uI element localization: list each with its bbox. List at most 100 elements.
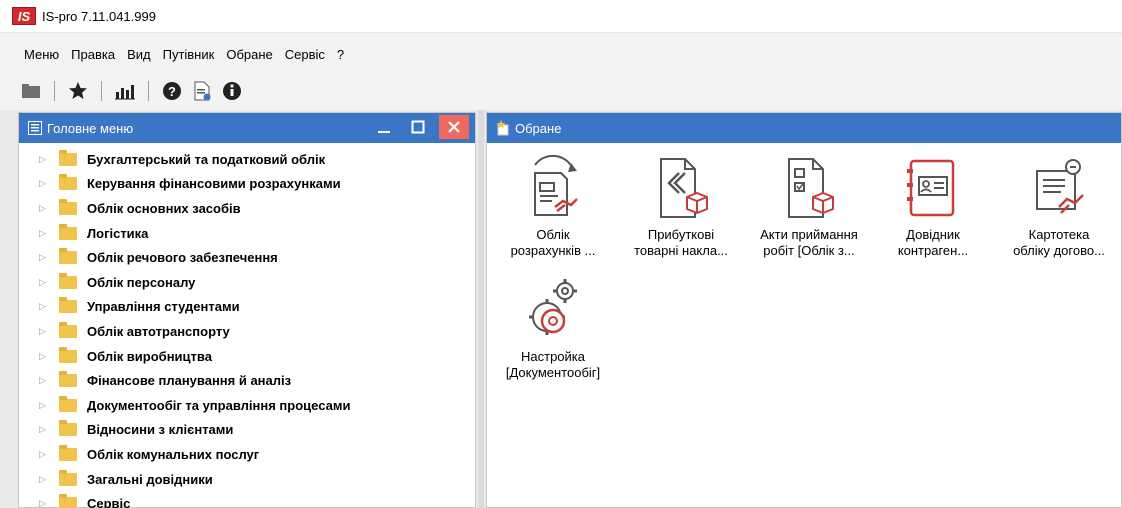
tree-item[interactable]: ▷ Облік виробництва	[19, 344, 475, 369]
folder-icon	[59, 223, 77, 240]
tree-item-label: Управління студентами	[87, 299, 240, 315]
tree-item[interactable]: ▷ Сервіс	[19, 491, 475, 508]
favorites-header: Обране	[487, 113, 1121, 143]
toolbar-separator	[101, 81, 102, 101]
favorite-label-line2: розрахунків ...	[510, 243, 596, 258]
tree-item-label: Фінансове планування й аналіз	[87, 373, 292, 389]
app-title: IS-pro 7.11.041.999	[42, 8, 156, 24]
minimize-icon[interactable]	[371, 115, 397, 139]
expand-arrow-icon[interactable]: ▷	[39, 326, 49, 337]
main-menu-panel: Головне меню ▷ Бухгалтерський та податков…	[18, 112, 476, 508]
expand-arrow-icon[interactable]: ▷	[39, 449, 49, 460]
tree-item-label: Облік речового забезпечення	[87, 250, 278, 266]
tree-item-label: Облік основних засобів	[87, 200, 241, 216]
expand-arrow-icon[interactable]: ▷	[39, 301, 49, 312]
tree-item[interactable]: ▷ Облік основних засобів	[19, 196, 475, 221]
info-icon[interactable]	[221, 80, 243, 102]
folder-icon	[59, 469, 77, 486]
folder-icon	[59, 272, 77, 289]
favorite-label-line2: [Документообіг]	[505, 365, 601, 380]
star-icon[interactable]	[67, 80, 89, 102]
contractor-directory-icon	[907, 159, 955, 217]
toolbar: ?	[0, 72, 1122, 110]
favorite-item[interactable]: Облік розрахунків ...	[493, 155, 613, 259]
main-menu-title: Головне меню	[47, 120, 134, 136]
tree-item[interactable]: ▷ Документообіг та управління процесами	[19, 393, 475, 418]
expand-arrow-icon[interactable]: ▷	[39, 400, 49, 411]
favorite-label-line1: Настройка	[521, 349, 585, 364]
expand-arrow-icon[interactable]: ▷	[39, 375, 49, 386]
tree-item-label: Облік персоналу	[87, 274, 196, 290]
tree-item[interactable]: ▷ Бухгалтерський та податковий облік	[19, 147, 475, 172]
contract-card-file-icon	[1036, 159, 1084, 214]
folder-icon	[59, 248, 77, 265]
tree-item[interactable]: ▷ Логістика	[19, 221, 475, 246]
folder-icon	[59, 494, 77, 508]
tree-item-label: Логістика	[87, 225, 149, 241]
help-icon[interactable]: ?	[161, 80, 183, 102]
expand-arrow-icon[interactable]: ▷	[39, 203, 49, 214]
expand-arrow-icon[interactable]: ▷	[39, 474, 49, 485]
folder-icon	[59, 395, 77, 412]
tree-item[interactable]: ▷ Облік речового забезпечення	[19, 245, 475, 270]
document-icon[interactable]	[191, 80, 213, 102]
menu-item-favorites[interactable]: Обране	[220, 39, 278, 72]
folder-icon	[59, 174, 77, 191]
favorite-label-line1: Картотека	[1028, 227, 1090, 242]
close-icon[interactable]	[439, 115, 469, 139]
tree-item[interactable]: ▷ Облік персоналу	[19, 270, 475, 295]
favorite-item[interactable]: Настройка [Документообіг]	[493, 277, 613, 381]
menu-item-guide[interactable]: Путівник	[157, 39, 221, 72]
folder-icon[interactable]	[20, 80, 42, 102]
tree-item[interactable]: ▷ Керування фінансовими розрахунками	[19, 172, 475, 197]
favorite-item[interactable]: Довідник контраген...	[873, 155, 993, 259]
expand-arrow-icon[interactable]: ▷	[39, 252, 49, 263]
tree-item[interactable]: ▷ Фінансове планування й аналіз	[19, 368, 475, 393]
menu-item-menu[interactable]: Меню	[18, 39, 65, 72]
folder-icon	[59, 444, 77, 461]
favorite-label-line2: контраген...	[897, 243, 969, 258]
tree-item-label: Облік комунальних послуг	[87, 446, 260, 462]
folder-icon	[59, 371, 77, 388]
menu-item-help[interactable]: ?	[331, 39, 350, 72]
expand-arrow-icon[interactable]: ▷	[39, 277, 49, 288]
expand-arrow-icon[interactable]: ▷	[39, 351, 49, 362]
maximize-icon[interactable]	[405, 115, 431, 139]
folder-icon	[59, 346, 77, 363]
tree-item[interactable]: ▷ Облік автотранспорту	[19, 319, 475, 344]
favorite-item[interactable]: Акти приймання робіт [Облік з...	[749, 155, 869, 259]
tree-item-label: Облік автотранспорту	[87, 323, 230, 339]
expand-arrow-icon[interactable]: ▷	[39, 498, 49, 508]
menu-item-service[interactable]: Сервіс	[279, 39, 331, 72]
expand-arrow-icon[interactable]: ▷	[39, 154, 49, 165]
chart-icon[interactable]	[114, 80, 136, 102]
menu-item-edit[interactable]: Правка	[65, 39, 121, 72]
expand-arrow-icon[interactable]: ▷	[39, 424, 49, 435]
tree-item-label: Керування фінансовими розрахунками	[87, 176, 341, 192]
tree-item-label: Сервіс	[87, 496, 131, 508]
favorite-label-line2: робіт [Облік з...	[763, 243, 855, 258]
favorite-label-line1: Облік	[536, 227, 570, 242]
expand-arrow-icon[interactable]: ▷	[39, 178, 49, 189]
toolbar-separator	[148, 81, 149, 101]
menu-list-icon	[27, 120, 43, 136]
folder-icon	[59, 149, 77, 166]
folder-icon	[59, 321, 77, 338]
folder-icon	[59, 198, 77, 215]
tree-item[interactable]: ▷ Загальні довідники	[19, 467, 475, 492]
panel-splitter[interactable]	[478, 110, 484, 508]
tree-item[interactable]: ▷ Облік комунальних послуг	[19, 442, 475, 467]
settlement-accounting-icon	[534, 155, 578, 216]
tree-item[interactable]: ▷ Управління студентами	[19, 295, 475, 320]
menu-item-view[interactable]: Вид	[121, 39, 157, 72]
favorite-item[interactable]: Прибуткові товарні накла...	[621, 155, 741, 259]
incoming-invoice-icon	[660, 158, 708, 218]
expand-arrow-icon[interactable]: ▷	[39, 228, 49, 239]
svg-text:?: ?	[168, 84, 176, 99]
favorite-label-line2: обліку догово...	[1013, 243, 1105, 258]
tree-item[interactable]: ▷ Відносини з клієнтами	[19, 418, 475, 443]
folder-icon	[59, 297, 77, 314]
favorite-item[interactable]: Картотека обліку догово...	[999, 155, 1119, 259]
app-logo: IS	[12, 7, 36, 25]
tree-item-label: Загальні довідники	[87, 471, 213, 487]
